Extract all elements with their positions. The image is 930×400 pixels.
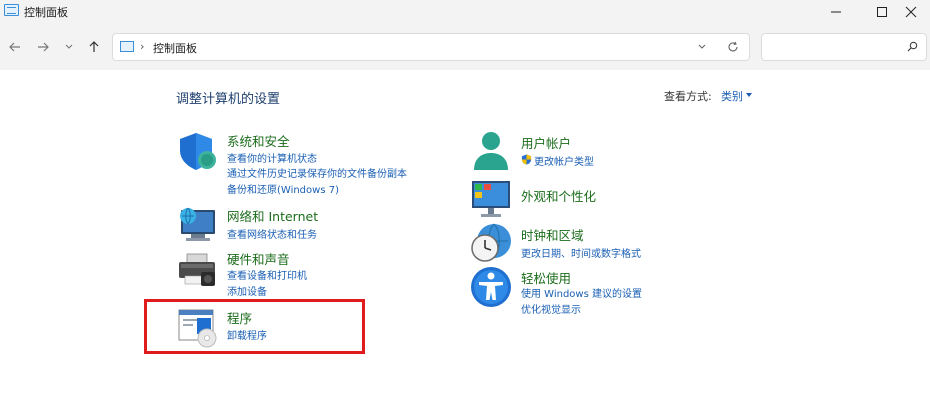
category-title[interactable]: 系统和安全 — [227, 131, 290, 150]
breadcrumb-separator: › — [140, 40, 145, 53]
category-title[interactable]: 外观和个性化 — [521, 186, 596, 205]
clock-globe-icon — [471, 223, 511, 262]
category-link[interactable]: 更改帐户类型 — [534, 153, 594, 168]
window-title: 控制面板 — [24, 6, 68, 19]
breadcrumb-control-panel[interactable]: 控制面板 — [153, 40, 197, 56]
category-link[interactable]: 查看设备和打印机 — [227, 267, 307, 282]
category-link[interactable]: 通过文件历史记录保存你的文件备份副本 — [227, 165, 407, 180]
search-icon — [907, 41, 918, 52]
view-by-label: 查看方式: — [664, 90, 712, 103]
category-link[interactable]: 备份和还原(Windows 7) — [227, 181, 339, 196]
printer-icon — [179, 253, 215, 286]
category-link[interactable]: 查看网络状态和任务 — [227, 226, 317, 241]
minimize-icon — [831, 11, 841, 13]
uac-shield-icon — [521, 154, 532, 165]
search-input[interactable] — [768, 39, 898, 55]
shield-icon — [180, 133, 216, 170]
category-title[interactable]: 硬件和声音 — [227, 249, 290, 268]
navigation-bar: › 控制面板 — [0, 24, 930, 70]
network-icon — [180, 207, 215, 241]
close-icon — [905, 6, 917, 18]
recent-locations-button[interactable] — [60, 38, 78, 56]
maximize-icon — [877, 7, 887, 17]
forward-button[interactable] — [34, 38, 52, 56]
back-button[interactable] — [6, 38, 24, 56]
chevron-down-icon[interactable] — [697, 42, 707, 52]
accessibility-icon — [471, 267, 511, 307]
caret-down-icon[interactable] — [746, 93, 752, 97]
control-panel-icon — [4, 4, 19, 16]
category-ease-of-access: 轻松使用 使用 Windows 建议的设置 优化视觉显示 — [470, 266, 690, 316]
view-by-dropdown[interactable]: 类别 — [721, 88, 743, 104]
category-link[interactable]: 添加设备 — [227, 283, 267, 298]
arrow-right-icon — [38, 42, 49, 52]
arrow-left-icon — [9, 42, 20, 52]
title-bar: 控制面板 — [0, 0, 930, 24]
category-appearance: 外观和个性化 — [470, 178, 670, 220]
category-link[interactable]: 查看你的计算机状态 — [227, 150, 317, 165]
close-button[interactable] — [892, 0, 930, 24]
category-link[interactable]: 优化视觉显示 — [521, 301, 581, 316]
category-clock-region: 时钟和区域 更改日期、时间或数字格式 — [470, 222, 670, 266]
highlight-annotation-box — [144, 299, 365, 354]
arrow-up-icon — [89, 41, 99, 52]
category-title[interactable]: 用户帐户 — [521, 133, 571, 152]
address-bar[interactable]: › 控制面板 — [112, 33, 750, 61]
category-title[interactable]: 时钟和区域 — [521, 225, 584, 244]
search-box[interactable] — [761, 33, 927, 61]
category-hardware-sound: 硬件和声音 查看设备和打印机 添加设备 — [177, 248, 377, 298]
user-icon — [474, 132, 508, 170]
category-system-security: 系统和安全 查看你的计算机状态 通过文件历史记录保存你的文件备份副本 备份和还原… — [177, 130, 437, 196]
chevron-down-icon — [65, 44, 73, 49]
category-link[interactable]: 更改日期、时间或数字格式 — [521, 245, 641, 260]
monitor-icon — [472, 181, 510, 217]
category-network-internet: 网络和 Internet 查看网络状态和任务 — [177, 204, 377, 246]
minimize-button[interactable] — [816, 0, 856, 24]
refresh-icon[interactable] — [727, 41, 739, 53]
control-panel-icon — [120, 41, 134, 52]
category-link[interactable]: 使用 Windows 建议的设置 — [521, 285, 642, 300]
category-user-accounts: 用户帐户 更改帐户类型 — [470, 130, 670, 174]
category-title[interactable]: 网络和 Internet — [227, 206, 318, 225]
up-button[interactable] — [85, 38, 103, 56]
page-heading: 调整计算机的设置 — [176, 92, 281, 107]
